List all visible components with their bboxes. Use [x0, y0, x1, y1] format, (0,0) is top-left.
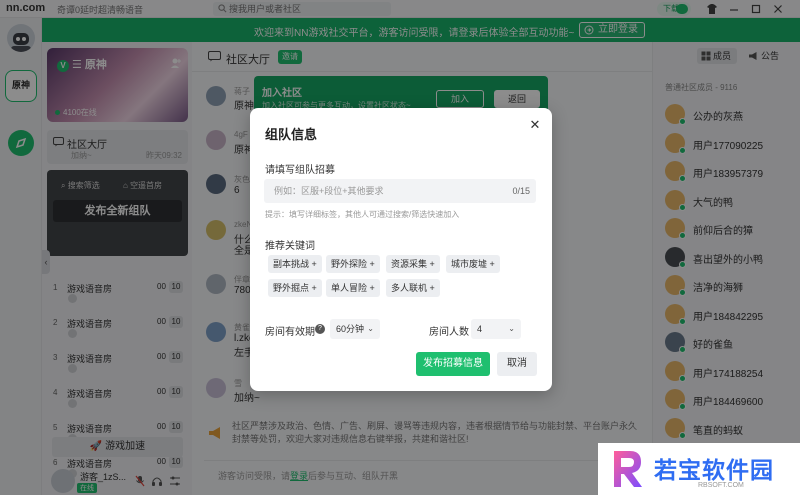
watermark-logo-icon: [614, 451, 642, 487]
dialog-close-icon[interactable]: ✕: [528, 118, 542, 132]
keyword-chip[interactable]: 单人冒险 +: [326, 279, 380, 297]
keyword-chip[interactable]: 资源采集 +: [386, 255, 440, 273]
validity-value: 60分钟: [336, 324, 365, 334]
keyword-chip[interactable]: 副本挑战 +: [268, 255, 322, 273]
keywords-label: 推荐关键词: [265, 241, 315, 252]
recruit-counter: 0/15: [512, 186, 530, 196]
recruit-input[interactable]: [264, 179, 494, 203]
watermark: 若宝软件园 RBSOFT.COM: [598, 443, 800, 495]
chevron-down-icon: ⌄: [367, 324, 374, 333]
help-icon[interactable]: ?: [315, 324, 325, 334]
recruit-label: 请填写组队招募: [265, 165, 335, 176]
team-info-dialog: 组队信息 ✕ 请填写组队招募 0/15 提示：填写详细标签，其他人可通过搜索/筛…: [250, 108, 552, 391]
keyword-chip[interactable]: 野外探险 +: [326, 255, 380, 273]
validity-select[interactable]: 60分钟 ⌄: [330, 319, 380, 339]
keyword-chip[interactable]: 城市废墟 +: [446, 255, 500, 273]
people-label: 房间人数: [429, 327, 469, 338]
keyword-chip[interactable]: 野外掘点 +: [268, 279, 322, 297]
watermark-text: 若宝软件园: [654, 458, 774, 484]
recruit-field[interactable]: 0/15: [264, 179, 536, 203]
recruit-hint: 提示：填写详细标签，其他人可通过搜索/筛选快速加入: [265, 210, 460, 219]
watermark-url: RBSOFT.COM: [698, 482, 744, 489]
dialog-title: 组队信息: [265, 127, 318, 142]
cancel-button[interactable]: 取消: [497, 352, 537, 376]
keyword-chip[interactable]: 多人联机 +: [386, 279, 440, 297]
people-value: 4: [477, 324, 483, 334]
people-select[interactable]: 4 ⌄: [471, 319, 521, 339]
validity-label: 房间有效期: [265, 327, 315, 338]
publish-recruit-button[interactable]: 发布招募信息: [416, 352, 490, 376]
chevron-down-icon: ⌄: [508, 324, 515, 333]
